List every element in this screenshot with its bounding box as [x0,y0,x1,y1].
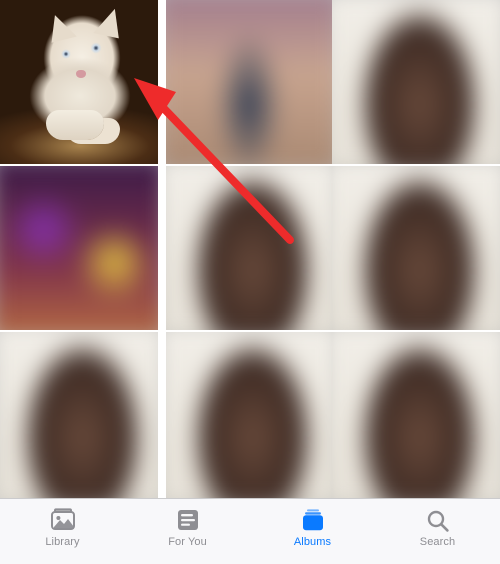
tab-label: For You [168,536,207,548]
photos-app-screen: Library For You Albums [0,0,500,564]
photo-thumbnail[interactable] [166,166,332,330]
photo-thumbnail[interactable] [166,0,332,164]
albums-icon [299,507,327,533]
grid-gutter [158,0,166,432]
tab-label: Library [45,536,79,548]
tab-bar: Library For You Albums [0,498,500,564]
tab-search[interactable]: Search [375,507,500,548]
photo-thumbnail[interactable] [0,166,158,330]
tab-label: Search [420,536,455,548]
photo-thumbnail[interactable] [332,332,500,498]
photo-thumbnail[interactable] [332,0,500,164]
search-icon [424,507,452,533]
tab-albums[interactable]: Albums [250,507,375,548]
library-icon [49,507,77,533]
tab-for-you[interactable]: For You [125,507,250,548]
photo-thumbnail[interactable] [0,332,158,498]
tab-library[interactable]: Library [0,507,125,548]
photo-thumbnail[interactable] [0,0,158,164]
photo-thumbnail[interactable] [166,332,332,498]
photo-thumbnail[interactable] [332,166,500,330]
for-you-icon [174,507,202,533]
tab-label: Albums [294,536,331,548]
photo-grid [0,0,500,498]
